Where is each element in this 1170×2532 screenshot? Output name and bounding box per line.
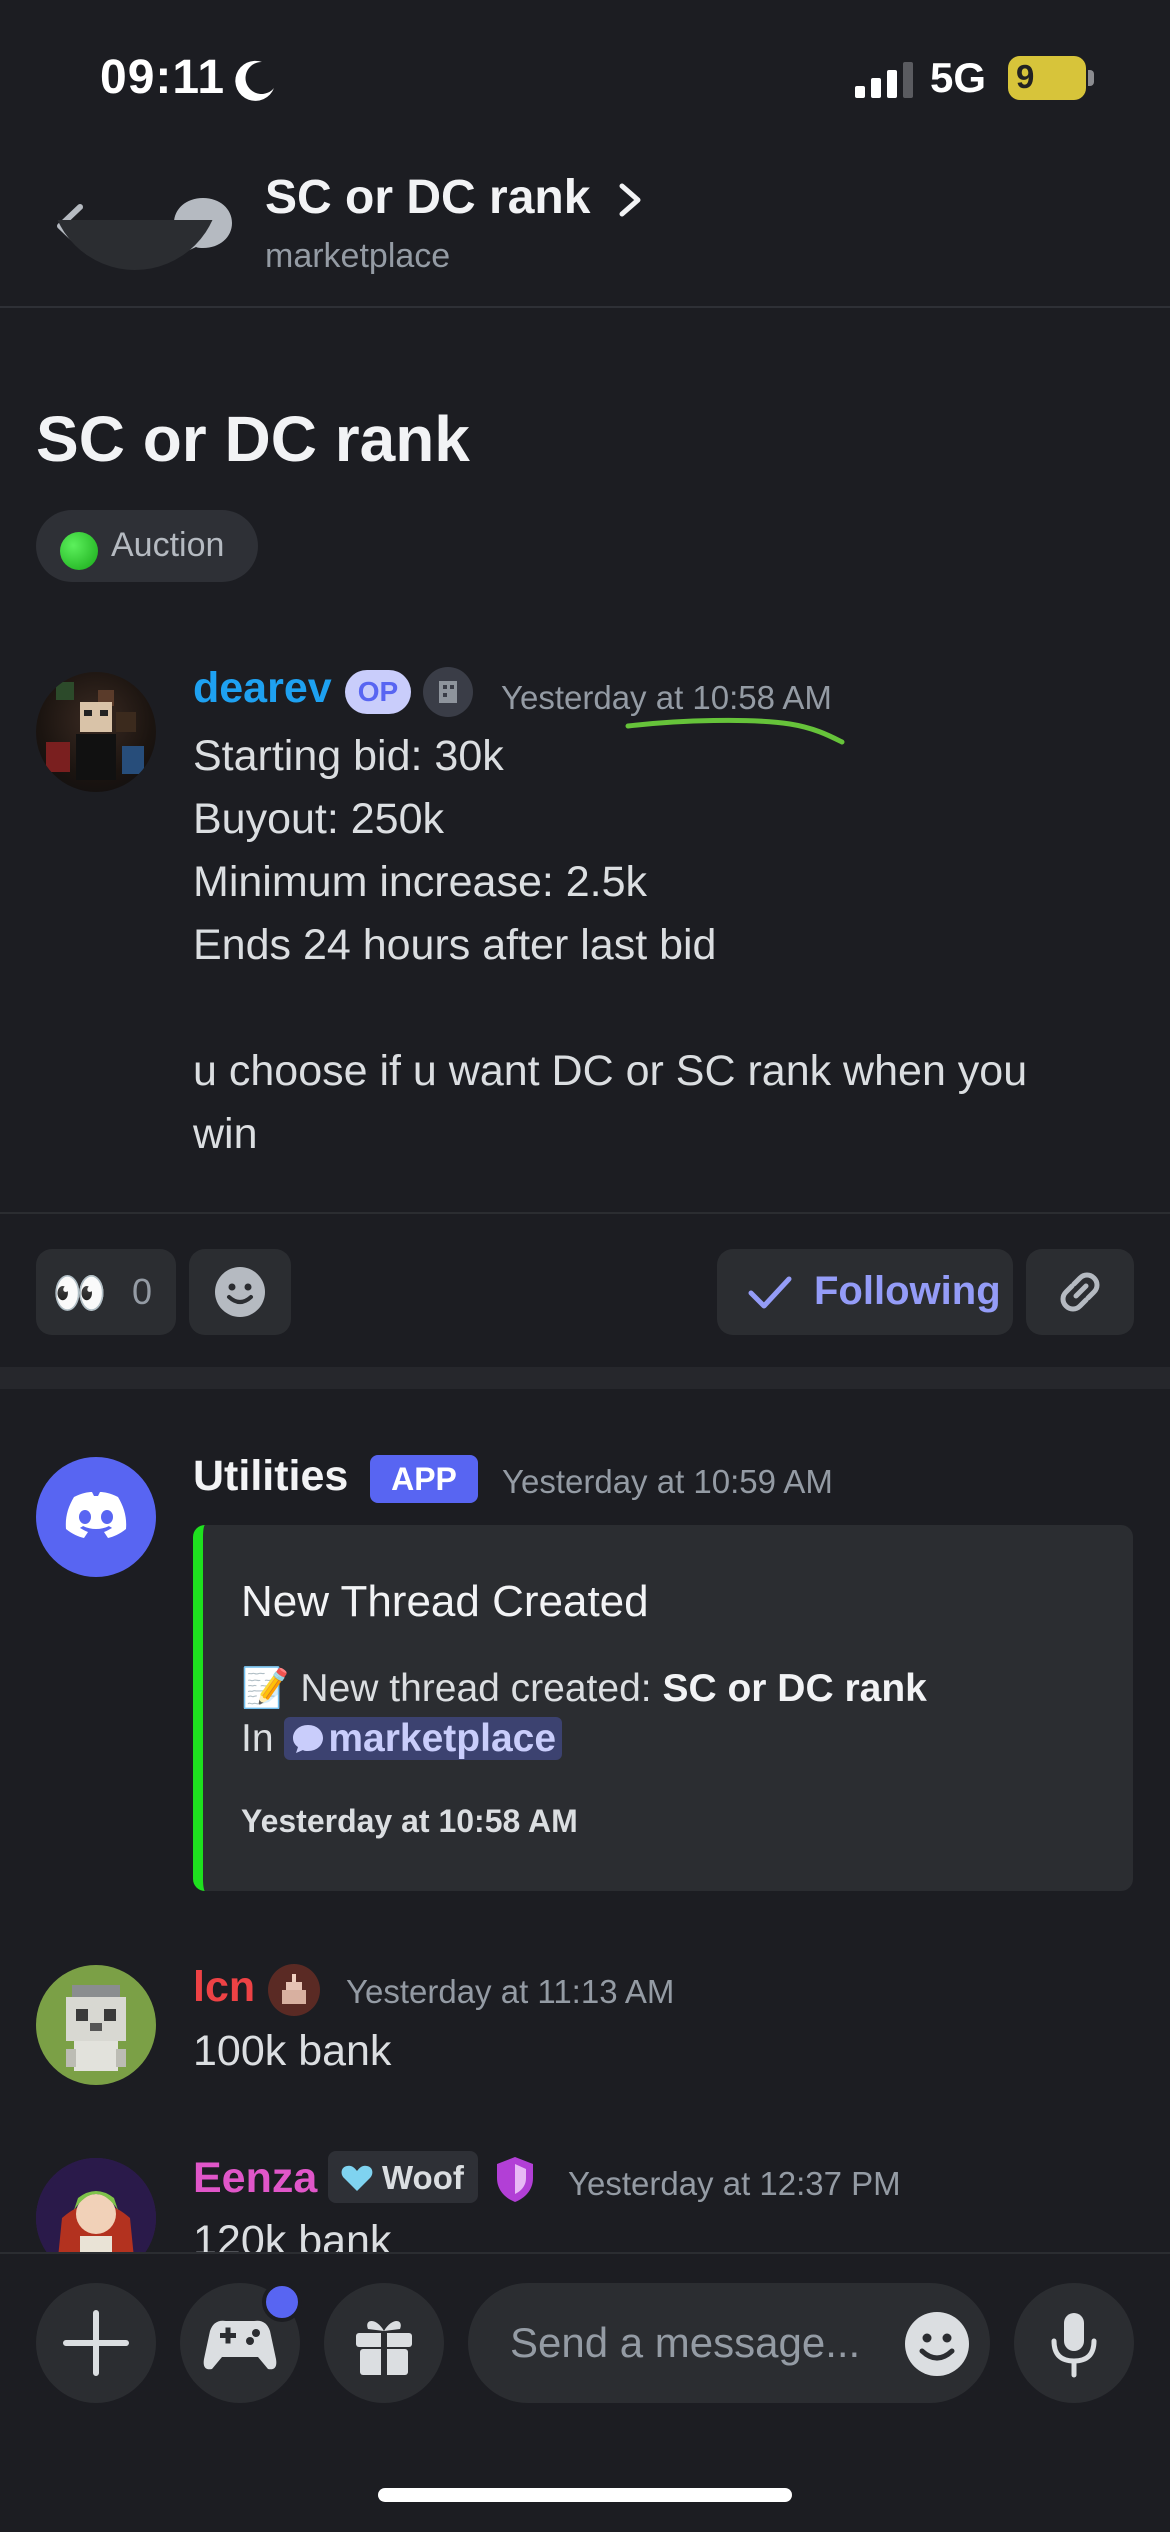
copy-link-button[interactable] <box>1026 1249 1134 1335</box>
eyes-emoji: 👀 <box>52 1269 107 1318</box>
following-label: Following <box>814 1269 1001 1313</box>
minecraft-skin-icon <box>46 682 144 780</box>
author-name[interactable]: Eenza <box>193 2154 317 2203</box>
message-timestamp: Yesterday at 10:59 AM <box>502 1463 833 1500</box>
guild-tag-label: Woof <box>382 2159 464 2196</box>
status-time: 09:11 <box>100 51 226 104</box>
plus-icon <box>63 2310 129 2376</box>
embed-title: New Thread Created <box>241 1577 649 1626</box>
shield-icon <box>497 2157 533 2202</box>
gift-icon <box>356 2321 412 2375</box>
section-separator <box>0 1367 1170 1389</box>
tag-label: Auction <box>111 526 225 564</box>
reaction-eyes[interactable]: 👀 0 <box>36 1249 176 1335</box>
memo-icon: 📝 <box>241 1667 290 1710</box>
embed-line-text: New thread created: <box>300 1667 663 1710</box>
thread-title: SC or DC rank <box>36 403 470 475</box>
home-indicator[interactable] <box>378 2488 792 2502</box>
pixel-skull-icon <box>66 1985 126 2071</box>
moon-icon <box>235 60 274 101</box>
message-input[interactable]: Send a message... <box>468 2283 990 2403</box>
embed-in-label: In <box>241 1717 285 1760</box>
cake-role-icon <box>268 1964 320 2016</box>
avatar[interactable] <box>36 1457 156 1577</box>
checkmark-icon <box>748 1276 792 1309</box>
author-name[interactable]: lcn <box>193 1963 255 2012</box>
add-reaction-button[interactable] <box>189 1249 291 1335</box>
smiley-icon <box>215 1267 265 1317</box>
microphone-icon <box>1051 2313 1097 2378</box>
signal-icon <box>855 62 913 98</box>
voice-message-button[interactable] <box>1014 2283 1134 2403</box>
avatar[interactable] <box>36 672 156 792</box>
message-body: 100k bank <box>193 2027 392 2075</box>
message-timestamp: Yesterday at 11:13 AM <box>346 1973 675 2010</box>
channel-mention[interactable]: marketplace <box>284 1717 563 1760</box>
forum-bubble-icon <box>293 1725 324 1753</box>
message-timestamp: Yesterday at 12:37 PM <box>568 2165 901 2202</box>
guild-tag: Woof <box>328 2151 478 2203</box>
role-badge-icon <box>423 667 473 717</box>
divider <box>0 1212 1170 1214</box>
app-badge: APP <box>370 1455 478 1503</box>
embed-line-channel: In marketplace <box>241 1717 563 1761</box>
message-body: Starting bid: 30k Buyout: 250k Minimum i… <box>193 732 1028 1158</box>
embed-card: New Thread Created 📝 New thread created:… <box>193 1525 1133 1891</box>
gift-button[interactable] <box>324 2283 444 2403</box>
avatar[interactable] <box>36 1965 156 2085</box>
message-input-placeholder: Send a message... <box>510 2319 861 2366</box>
notification-dot <box>262 2282 302 2322</box>
status-bar: 09:11 5G 9 <box>0 0 1170 150</box>
battery-level: 9 <box>1016 58 1035 95</box>
heart-icon <box>341 2165 373 2191</box>
embed-thread-name: SC or DC rank <box>662 1667 927 1710</box>
add-attachment-button[interactable] <box>36 2283 156 2403</box>
battery-icon: 9 <box>1008 56 1094 100</box>
network-label: 5G <box>930 54 987 101</box>
chevron-right-icon[interactable] <box>612 178 648 222</box>
thread-avatar-partial <box>50 220 220 350</box>
op-badge: OP <box>345 670 411 714</box>
reaction-count: 0 <box>132 1271 153 1312</box>
author-name[interactable]: dearev <box>193 664 332 713</box>
header-subtitle: marketplace <box>265 237 451 275</box>
embed-line-thread: 📝 New thread created: SC or DC rank <box>241 1665 927 1711</box>
message-timestamp: Yesterday at 10:58 AM <box>501 679 832 716</box>
embed-footer: Yesterday at 10:58 AM <box>241 1803 578 1839</box>
green-circle-icon <box>60 532 98 570</box>
emoji-picker-icon[interactable] <box>902 2309 972 2379</box>
header-title[interactable]: SC or DC rank <box>265 170 590 225</box>
following-button[interactable]: Following <box>717 1249 1013 1335</box>
link-icon <box>1060 1272 1100 1312</box>
channel-name: marketplace <box>328 1717 557 1760</box>
author-name[interactable]: Utilities <box>193 1452 348 1501</box>
discord-logo-icon <box>65 1492 127 1538</box>
forum-tag: Auction <box>36 510 258 582</box>
